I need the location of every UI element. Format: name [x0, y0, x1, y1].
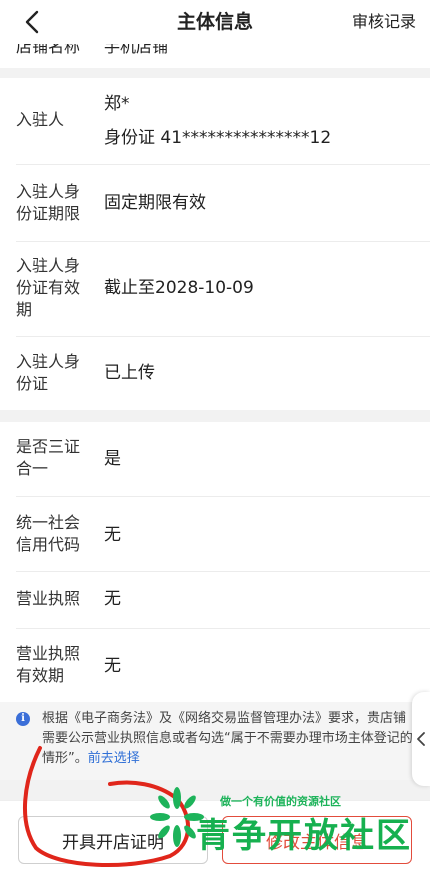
audit-record-link[interactable]: 审核记录 — [352, 0, 416, 44]
applicant-label: 入驻人 — [16, 110, 65, 129]
chevron-left-icon — [25, 10, 39, 34]
id-validity-value: 截止至2028-10-09 — [104, 278, 254, 298]
applicant-row: 入驻人 郑* 身份证 41***************12 — [0, 78, 430, 164]
business-license-value: 无 — [104, 589, 121, 609]
id-upload-label: 入驻人身份证 — [16, 352, 81, 393]
id-upload-row: 入驻人身份证 已上传 — [0, 337, 430, 410]
three-in-one-label: 是否三证合一 — [16, 437, 81, 478]
header-bar: 主体信息 审核记录 — [0, 0, 430, 44]
license-validity-row: 营业执照有效期 无 — [0, 629, 430, 702]
license-validity-value: 无 — [104, 656, 121, 676]
store-name-row: 店铺名称 手机店铺 — [0, 44, 430, 68]
license-section: 是否三证合一 是 统一社会信用代码 无 营业执照 无 营业执照有效期 无 — [0, 422, 430, 702]
store-name-label: 店铺名称 — [16, 44, 81, 56]
credit-code-label: 统一社会信用代码 — [16, 513, 81, 554]
id-period-label: 入驻人身份证期限 — [16, 182, 81, 223]
applicant-section: 入驻人 郑* 身份证 41***************12 入驻人身份证期限 … — [0, 78, 430, 410]
credit-code-row: 统一社会信用代码 无 — [0, 497, 430, 571]
id-validity-label: 入驻人身份证有效期 — [16, 256, 81, 319]
store-name-value: 手机店铺 — [104, 44, 169, 56]
bottom-action-bar: 开具开店证明 修改主体信息 — [0, 800, 430, 872]
back-button[interactable] — [16, 6, 48, 38]
notice-text: 根据《电子商务法》及《网络交易监督管理办法》要求，贵店铺需要公示营业执照信息或者… — [42, 709, 418, 769]
three-in-one-value: 是 — [104, 449, 121, 469]
business-license-label: 营业执照 — [16, 589, 81, 608]
go-select-link[interactable]: 前去选择 — [88, 751, 140, 766]
side-panel-handle[interactable] — [412, 692, 430, 786]
credit-code-value: 无 — [104, 525, 121, 545]
business-license-row: 营业执照 无 — [0, 572, 430, 628]
modify-entity-button[interactable]: 修改主体信息 — [222, 816, 412, 864]
applicant-name: 郑* — [104, 94, 130, 114]
compliance-notice: i 根据《电子商务法》及《网络交易监督管理办法》要求，贵店铺需要公示营业执照信息… — [0, 702, 430, 780]
issue-certificate-button[interactable]: 开具开店证明 — [18, 816, 208, 864]
id-upload-value: 已上传 — [104, 363, 155, 383]
id-period-row: 入驻人身份证期限 固定期限有效 — [0, 165, 430, 241]
id-period-value: 固定期限有效 — [104, 193, 206, 213]
chevron-left-icon — [417, 732, 425, 746]
id-validity-row: 入驻人身份证有效期 截止至2028-10-09 — [0, 242, 430, 334]
info-icon: i — [16, 712, 30, 726]
applicant-id-number: 身份证 41***************12 — [104, 128, 332, 148]
license-validity-label: 营业执照有效期 — [16, 644, 81, 685]
three-in-one-row: 是否三证合一 是 — [0, 422, 430, 496]
